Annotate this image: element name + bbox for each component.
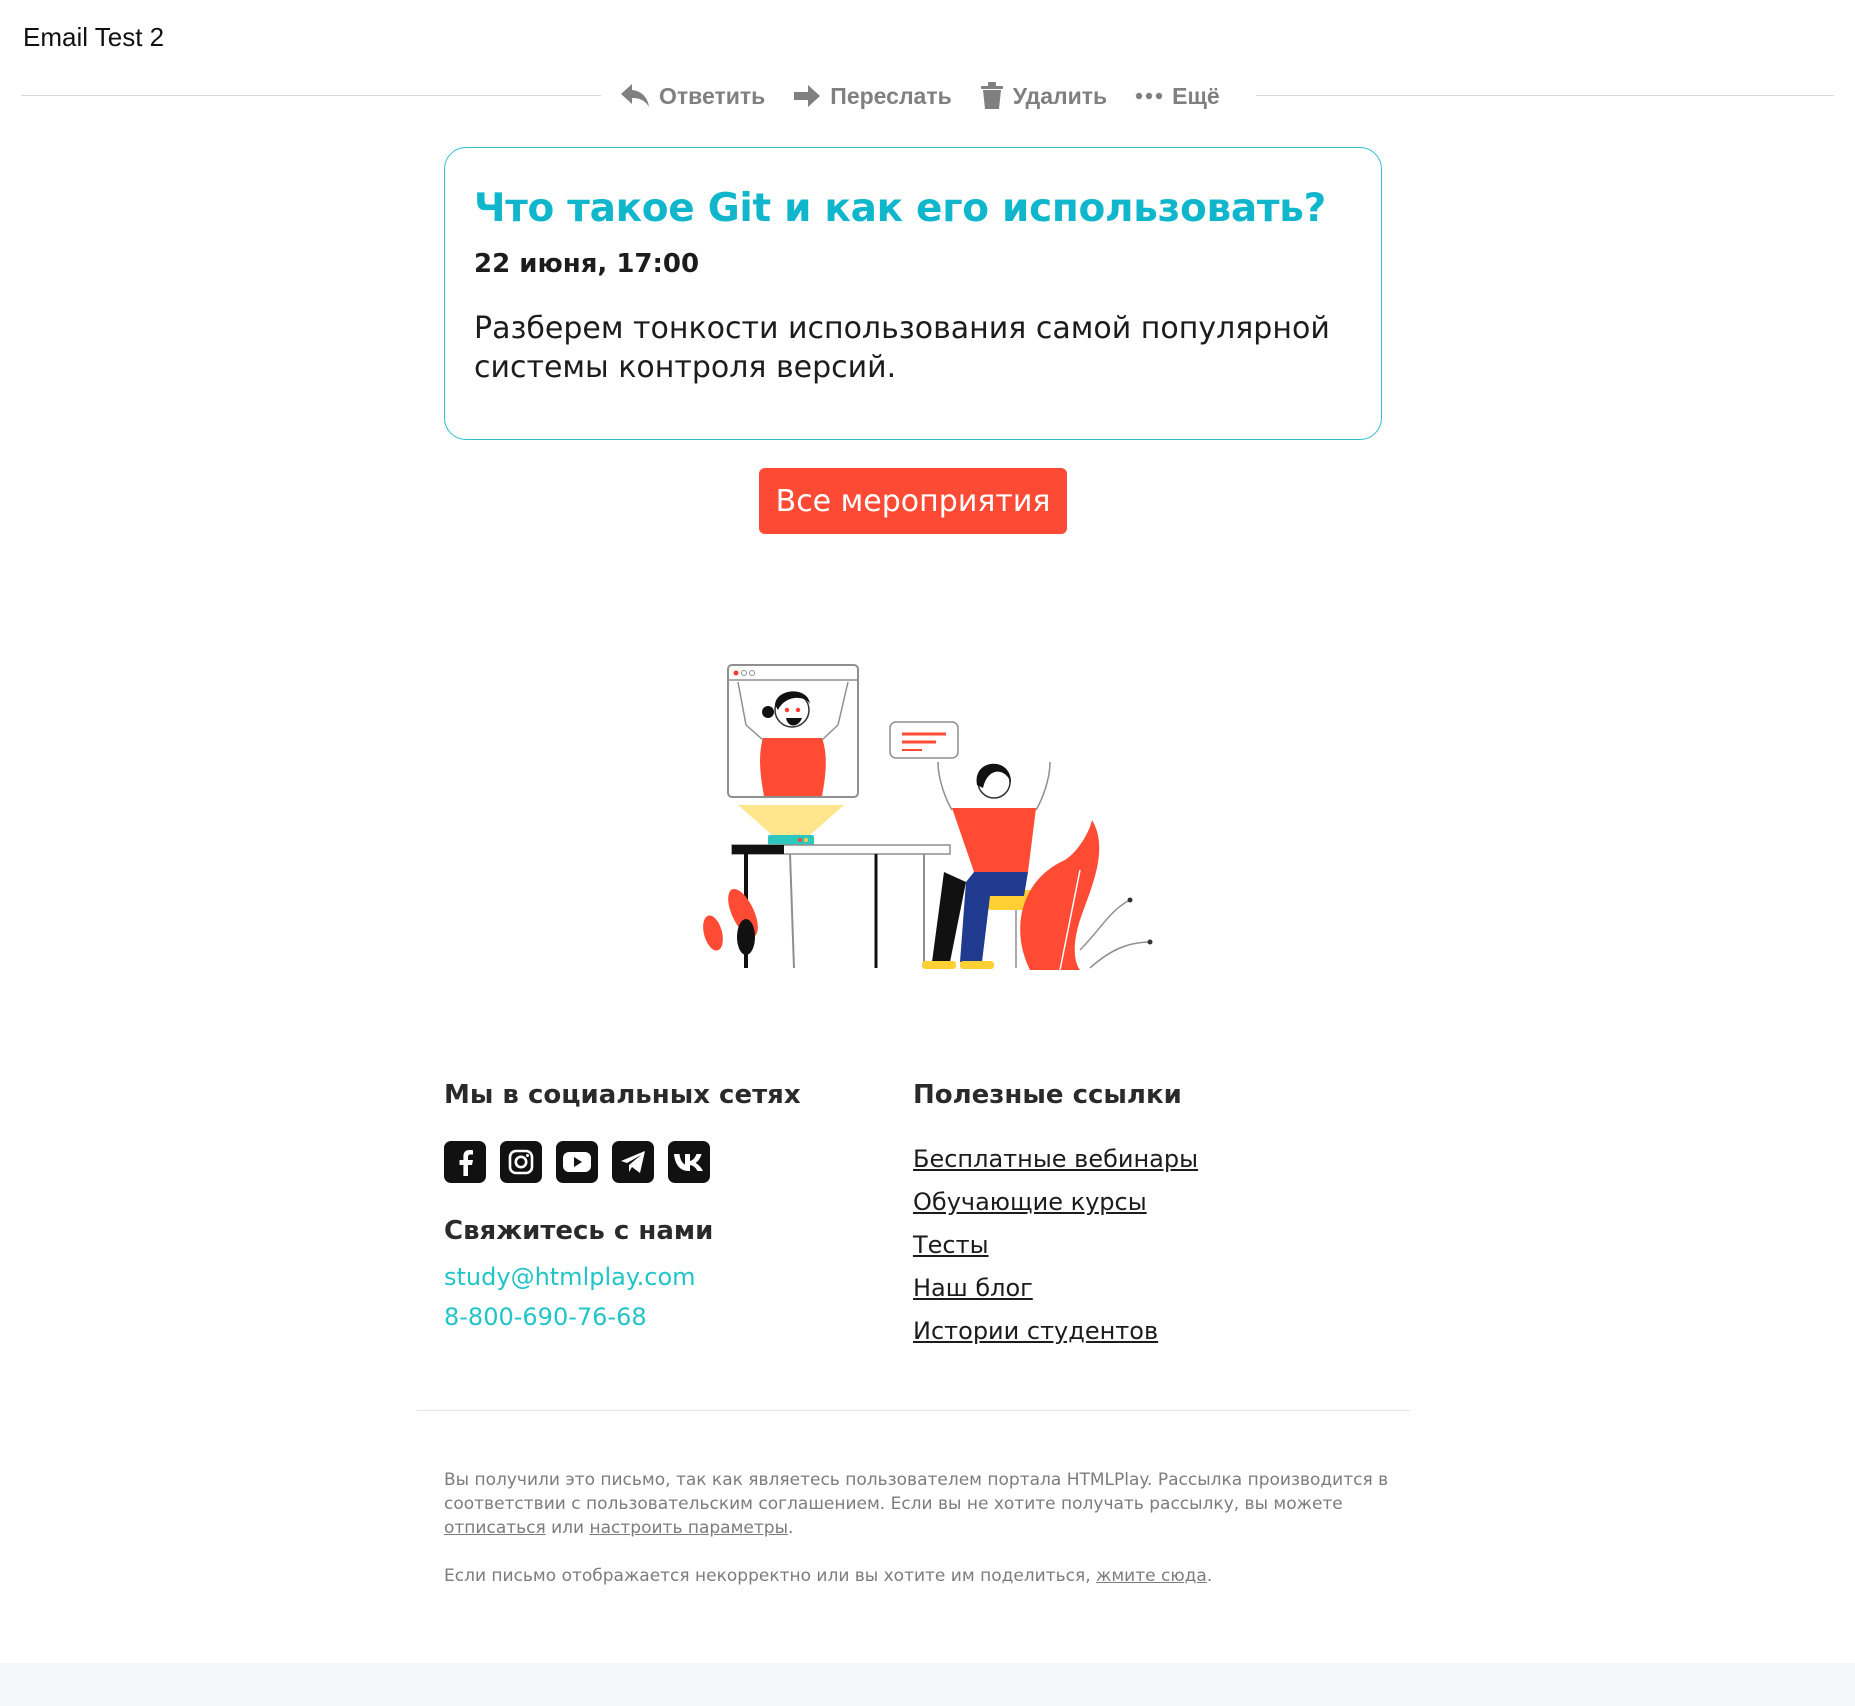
- legal-notice: Вы получили это письмо, так как являетес…: [444, 1468, 1404, 1588]
- forward-button[interactable]: Переслать: [793, 82, 952, 110]
- link-tests[interactable]: Тесты: [913, 1230, 1353, 1260]
- contact-heading: Свяжитесь с нами: [444, 1216, 714, 1246]
- bottom-band: [0, 1663, 1855, 1706]
- more-label: Ещё: [1172, 82, 1220, 109]
- forward-icon: [794, 85, 821, 107]
- delete-label: Удалить: [1012, 82, 1108, 109]
- display-period: .: [1206, 1566, 1213, 1586]
- instagram-icon[interactable]: [500, 1141, 542, 1183]
- vk-icon[interactable]: [668, 1141, 710, 1183]
- contact-email-link[interactable]: study@htmlplay.com: [444, 1263, 884, 1291]
- event-title: Что такое Git и как его использовать?: [474, 186, 1326, 231]
- reply-button[interactable]: Ответить: [620, 83, 765, 110]
- telegram-icon[interactable]: [612, 1141, 654, 1183]
- useful-links-list: Бесплатные вебинары Обучающие курсы Тест…: [913, 1144, 1353, 1346]
- event-description: Разберем тонкости использования самой по…: [474, 310, 1330, 385]
- more-button[interactable]: Ещё: [1135, 83, 1220, 110]
- link-free-webinars[interactable]: Бесплатные вебинары: [913, 1144, 1353, 1174]
- webinar-illustration: [703, 664, 1153, 971]
- delete-button[interactable]: Удалить: [980, 82, 1107, 110]
- trash-icon: [980, 82, 1003, 109]
- youtube-icon[interactable]: [556, 1141, 598, 1183]
- email-subject: Email Test 2: [23, 22, 165, 52]
- facebook-icon[interactable]: [444, 1141, 486, 1183]
- all-events-button[interactable]: Все мероприятия: [759, 468, 1067, 534]
- event-date: 22 июня, 17:00: [474, 248, 700, 279]
- or-text: или: [545, 1518, 590, 1538]
- link-blog[interactable]: Наш блог: [913, 1273, 1353, 1303]
- social-contact-column: Мы в социальных сетях Свяжитесь с нами s…: [444, 1080, 884, 1331]
- settings-link[interactable]: настроить параметры: [590, 1518, 789, 1538]
- reply-label: Ответить: [659, 82, 766, 109]
- toolbar-divider-right: [1256, 95, 1834, 96]
- subscription-notice: Вы получили это письмо, так как являетес…: [444, 1468, 1404, 1540]
- useful-links-column: Полезные ссылки Бесплатные вебинары Обуч…: [913, 1080, 1353, 1359]
- social-icons: [444, 1141, 884, 1183]
- notice-text: Вы получили это письмо, так как являетес…: [444, 1470, 1389, 1514]
- toolbar-divider-left: [21, 95, 601, 96]
- link-courses[interactable]: Обучающие курсы: [913, 1187, 1353, 1217]
- reply-icon: [621, 84, 649, 107]
- notice-period: .: [788, 1518, 794, 1538]
- link-student-stories[interactable]: Истории студентов: [913, 1316, 1353, 1346]
- view-online-link[interactable]: жмите сюда: [1096, 1566, 1207, 1586]
- contact-phone-link[interactable]: 8-800-690-76-68: [444, 1303, 884, 1331]
- useful-links-heading: Полезные ссылки: [913, 1080, 1182, 1110]
- social-heading: Мы в социальных сетях: [444, 1080, 801, 1110]
- event-card: Что такое Git и как его использовать? 22…: [444, 147, 1382, 440]
- unsubscribe-link[interactable]: отписаться: [444, 1518, 546, 1538]
- message-toolbar: Ответить Переслать Удалить Ещё: [620, 78, 1220, 114]
- more-dots-icon: [1135, 92, 1163, 100]
- footer-divider: [417, 1410, 1410, 1411]
- display-notice: Если письмо отображается некорректно или…: [444, 1564, 1404, 1588]
- display-text: Если письмо отображается некорректно или…: [444, 1566, 1097, 1586]
- forward-label: Переслать: [830, 82, 952, 109]
